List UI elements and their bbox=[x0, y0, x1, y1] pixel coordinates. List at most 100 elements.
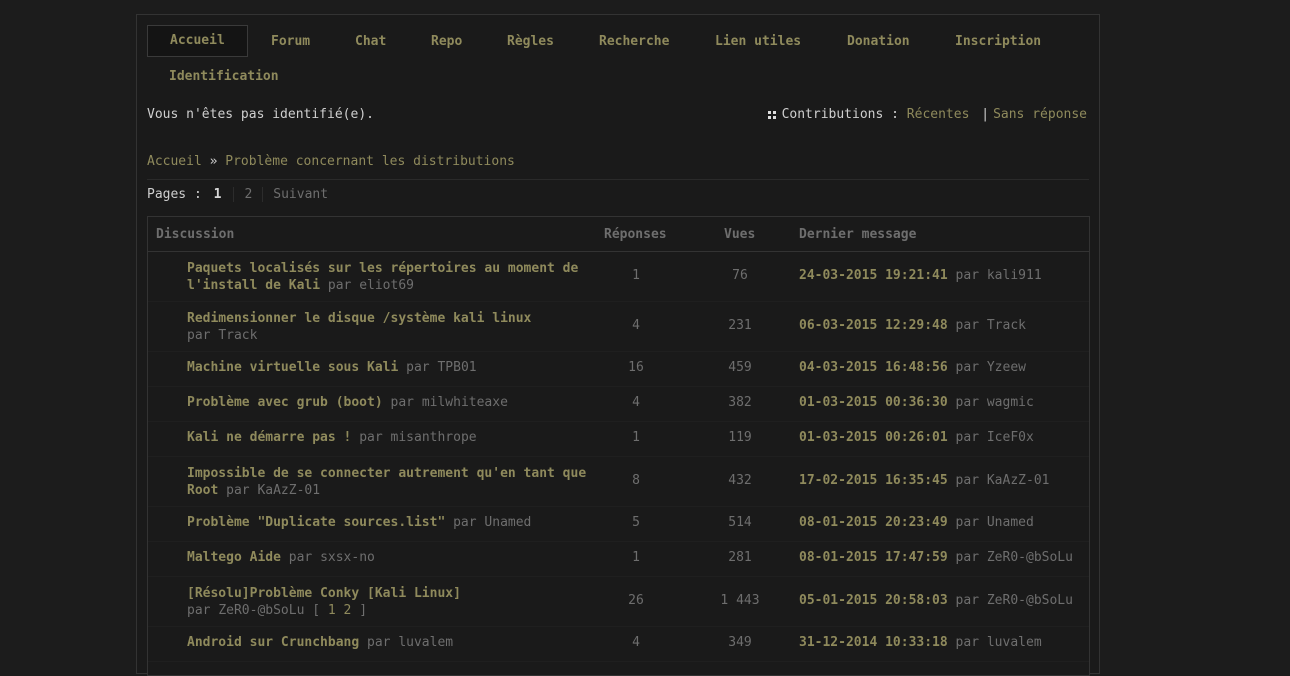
topic-link[interactable]: Android sur Crunchbang bbox=[187, 635, 359, 650]
separator: | bbox=[981, 107, 990, 122]
last-message: 01-03-2015 00:36:30 par wagmic bbox=[799, 395, 1034, 410]
replies-count: 4 bbox=[632, 395, 640, 410]
topic-link[interactable]: Kali ne démarre pas ! bbox=[187, 430, 351, 445]
last-message-author: par kali911 bbox=[955, 268, 1042, 283]
tab-chat[interactable]: Chat bbox=[355, 27, 386, 57]
topic-author[interactable]: ZeR0-@bSoLu bbox=[218, 603, 304, 618]
replies-count: 8 bbox=[632, 473, 640, 488]
last-message-author: par luvalem bbox=[955, 635, 1042, 650]
views-count: 459 bbox=[728, 360, 752, 375]
topic-by: par bbox=[453, 515, 477, 530]
replies-count: 1 bbox=[632, 430, 640, 445]
header-views: Vues bbox=[724, 227, 756, 242]
pagination: Pages : 1 2 Suivant bbox=[147, 187, 328, 202]
topic-cell: Impossible de se connecter autrement qu'… bbox=[187, 465, 587, 499]
last-message: 06-03-2015 12:29:48 par Track bbox=[799, 318, 1026, 333]
tab-liens-utiles[interactable]: Lien utiles bbox=[715, 27, 801, 57]
topic-pages-close: ] bbox=[359, 603, 368, 618]
header-replies: Réponses bbox=[604, 227, 667, 242]
topic-page-2-link[interactable]: 2 bbox=[344, 603, 352, 618]
replies-count: 1 bbox=[632, 268, 640, 283]
topic-by: par bbox=[367, 635, 391, 650]
last-message-author: par Track bbox=[955, 318, 1026, 333]
views-count: 432 bbox=[728, 473, 752, 488]
topic-author[interactable]: Unamed bbox=[484, 515, 531, 530]
header-discussion: Discussion bbox=[156, 227, 235, 242]
topic-author[interactable]: luvalem bbox=[398, 635, 453, 650]
breadcrumb-home[interactable]: Accueil bbox=[147, 154, 202, 169]
last-message-date[interactable]: 24-03-2015 19:21:41 bbox=[799, 268, 948, 283]
last-message-date[interactable]: 17-02-2015 16:35:45 bbox=[799, 473, 948, 488]
topic-by: par bbox=[406, 360, 430, 375]
topic-link[interactable]: Machine virtuelle sous Kali bbox=[187, 360, 398, 375]
last-message: 08-01-2015 20:23:49 par Unamed bbox=[799, 515, 1034, 530]
unanswered-link[interactable]: Sans réponse bbox=[993, 107, 1087, 122]
topic-by: par bbox=[390, 395, 414, 410]
tab-regles[interactable]: Règles bbox=[507, 27, 554, 57]
tab-accueil[interactable]: Accueil bbox=[147, 25, 248, 57]
table-row: Kali ne démarre pas ! par misanthrope 1 … bbox=[148, 422, 1089, 457]
topic-link[interactable]: [Résolu]Problème Conky [Kali Linux] bbox=[187, 586, 461, 601]
topic-cell: Problème avec grub (boot) par milwhiteax… bbox=[187, 394, 587, 411]
topic-author[interactable]: Track bbox=[218, 328, 257, 343]
recent-link[interactable]: Récentes bbox=[907, 107, 970, 122]
next-page-link[interactable]: Suivant bbox=[263, 187, 328, 202]
page-2-link[interactable]: 2 bbox=[234, 187, 264, 202]
topic-cell: Problème "Duplicate sources.list" par Un… bbox=[187, 514, 587, 531]
tab-inscription[interactable]: Inscription bbox=[955, 27, 1041, 57]
last-message: 08-01-2015 17:47:59 par ZeR0-@bSoLu bbox=[799, 550, 1073, 565]
table-header: Discussion Réponses Vues Dernier message bbox=[148, 217, 1089, 252]
table-row: Problème avec grub (boot) par milwhiteax… bbox=[148, 387, 1089, 422]
breadcrumb-current[interactable]: Problème concernant les distributions bbox=[225, 154, 515, 169]
replies-count: 1 bbox=[632, 550, 640, 565]
last-message-date[interactable]: 08-01-2015 17:47:59 bbox=[799, 550, 948, 565]
breadcrumb: Accueil » Problème concernant les distri… bbox=[147, 154, 515, 169]
last-message-date[interactable]: 06-03-2015 12:29:48 bbox=[799, 318, 948, 333]
last-message-date[interactable]: 05-01-2015 20:58:03 bbox=[799, 593, 948, 608]
topic-author[interactable]: eliot69 bbox=[359, 278, 414, 293]
page-current: 1 bbox=[213, 187, 235, 202]
topic-link[interactable]: Problème avec grub (boot) bbox=[187, 395, 383, 410]
views-count: 76 bbox=[732, 268, 748, 283]
table-row: Paquets localisés sur les répertoires au… bbox=[148, 252, 1089, 302]
topic-author[interactable]: KaAzZ-01 bbox=[257, 483, 320, 498]
topic-by: par bbox=[187, 603, 211, 618]
tab-donation[interactable]: Donation bbox=[847, 27, 910, 57]
topic-author[interactable]: sxsx-no bbox=[320, 550, 375, 565]
topic-page-1-link[interactable]: 1 bbox=[328, 603, 336, 618]
replies-count: 16 bbox=[628, 360, 644, 375]
topic-link[interactable]: Maltego Aide bbox=[187, 550, 281, 565]
last-message-author: par Unamed bbox=[955, 515, 1034, 530]
replies-count: 5 bbox=[632, 515, 640, 530]
topic-cell: Maltego Aide par sxsx-no bbox=[187, 549, 587, 566]
tab-identification[interactable]: Identification bbox=[169, 62, 279, 92]
topic-author[interactable]: misanthrope bbox=[391, 430, 477, 445]
last-message: 17-02-2015 16:35:45 par KaAzZ-01 bbox=[799, 473, 1049, 488]
views-count: 349 bbox=[728, 635, 752, 650]
topic-cell: [Résolu]Problème Conky [Kali Linux] par … bbox=[187, 585, 587, 619]
tab-repo[interactable]: Repo bbox=[431, 27, 462, 57]
breadcrumb-arrow: » bbox=[209, 154, 218, 169]
topic-link[interactable]: Problème "Duplicate sources.list" bbox=[187, 515, 445, 530]
topic-cell: Machine virtuelle sous Kali par TPB01 bbox=[187, 359, 587, 376]
topic-author[interactable]: milwhiteaxe bbox=[422, 395, 508, 410]
last-message-date[interactable]: 01-03-2015 00:36:30 bbox=[799, 395, 948, 410]
tab-recherche[interactable]: Recherche bbox=[599, 27, 669, 57]
divider bbox=[147, 179, 1089, 180]
last-message-date[interactable]: 01-03-2015 00:26:01 bbox=[799, 430, 948, 445]
topic-author[interactable]: TPB01 bbox=[437, 360, 476, 375]
table-row: Problème "Duplicate sources.list" par Un… bbox=[148, 507, 1089, 542]
topic-link[interactable]: Redimensionner le disque /système kali l… bbox=[187, 311, 531, 326]
topic-by: par bbox=[187, 328, 211, 343]
views-count: 514 bbox=[728, 515, 752, 530]
topic-pages-open: [ bbox=[312, 603, 321, 618]
last-message: 01-03-2015 00:26:01 par IceF0x bbox=[799, 430, 1034, 445]
last-message-date[interactable]: 08-01-2015 20:23:49 bbox=[799, 515, 948, 530]
last-message-date[interactable]: 31-12-2014 10:33:18 bbox=[799, 635, 948, 650]
topic-cell: Kali ne démarre pas ! par misanthrope bbox=[187, 429, 587, 446]
tab-forum[interactable]: Forum bbox=[271, 27, 310, 57]
last-message: 24-03-2015 19:21:41 par kali911 bbox=[799, 268, 1042, 283]
table-row: Redimensionner le disque /système kali l… bbox=[148, 302, 1089, 352]
last-message-date[interactable]: 04-03-2015 16:48:56 bbox=[799, 360, 948, 375]
views-count: 231 bbox=[728, 318, 752, 333]
